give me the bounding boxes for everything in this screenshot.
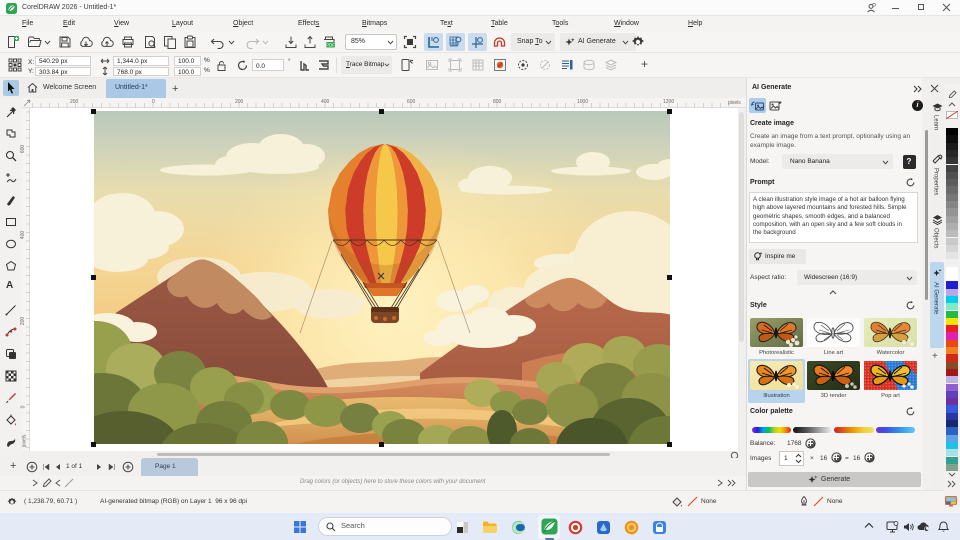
svg-text:PDF: PDF [326,43,335,48]
